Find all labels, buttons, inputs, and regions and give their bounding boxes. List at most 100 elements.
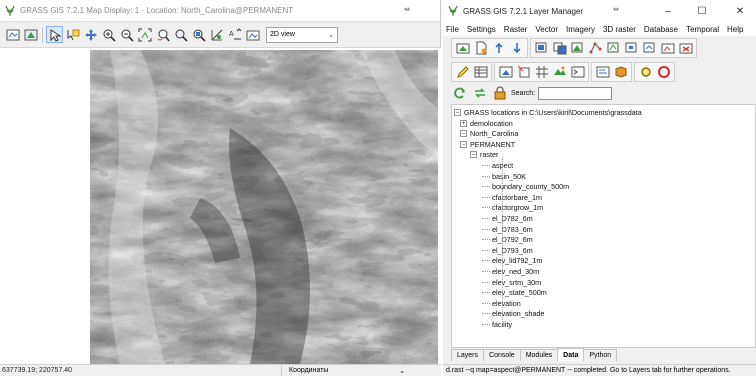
tree-raster-item[interactable]: elev_ned_30m (482, 266, 539, 277)
edit-toolbar (451, 62, 492, 82)
menu-file[interactable]: File (446, 25, 459, 34)
tree-raster-item[interactable]: facility (482, 319, 512, 330)
layer-add-toolbar (530, 38, 697, 58)
display-map-icon[interactable] (4, 26, 21, 43)
add-vector-misc-icon[interactable] (623, 40, 640, 57)
aspect-raster-map[interactable] (0, 48, 441, 364)
new-display-icon[interactable] (454, 40, 471, 57)
collapse-icon[interactable]: − (470, 151, 477, 159)
module-icon[interactable] (612, 64, 629, 81)
3d-view-icon[interactable] (551, 64, 568, 81)
map-canvas[interactable] (0, 48, 441, 364)
add-group-icon[interactable] (641, 40, 658, 57)
graphical-modeler-icon[interactable] (533, 64, 550, 81)
python-shell-icon[interactable] (569, 64, 586, 81)
tree-item-label: elev_state_500m (492, 288, 547, 298)
tree-raster-item[interactable]: basin_50K (482, 171, 526, 182)
lock-icon[interactable] (491, 85, 508, 102)
pan-icon[interactable] (82, 26, 99, 43)
zoom-out-icon[interactable] (118, 26, 135, 43)
open-workspace-icon[interactable] (490, 40, 507, 57)
render-map-icon[interactable] (22, 26, 39, 43)
tab-python[interactable]: Python (583, 349, 618, 361)
collapse-icon[interactable]: − (460, 130, 467, 138)
tree-raster-item[interactable]: elev_srtm_30m (482, 277, 541, 288)
remove-layer-icon[interactable] (677, 40, 694, 57)
tab-data[interactable]: Data (557, 348, 585, 361)
tree-raster-item[interactable]: el_D793_6m (482, 245, 533, 256)
tab-layers[interactable]: Layers (451, 349, 485, 361)
script-icon[interactable] (594, 64, 611, 81)
zoom-region-icon[interactable] (190, 26, 207, 43)
tree-raster-item[interactable]: elevation_shade (482, 308, 544, 319)
menu-3d-raster[interactable]: 3D raster (603, 25, 636, 34)
tree-mapset[interactable]: − PERMANENT (460, 139, 515, 150)
tree-raster-item[interactable]: cfactorgrow_1m (482, 202, 543, 213)
menu-temporal[interactable]: Temporal (686, 25, 719, 34)
tree-raster-item[interactable]: el_D782_6m (482, 213, 533, 224)
tree-raster-item[interactable]: elev_state_500m (482, 287, 547, 298)
tree-raster-item[interactable]: boundary_county_500m (482, 181, 569, 192)
cartographic-composer-icon[interactable] (497, 64, 514, 81)
menu-bar: File Settings Raster Vector Imagery 3D r… (443, 22, 756, 36)
tab-modules[interactable]: Modules (519, 349, 559, 361)
tree-raster-item[interactable]: el_D783_6m (482, 224, 533, 235)
tree-item-label: basin_50K (492, 171, 526, 181)
close-button[interactable]: ✕ (733, 4, 747, 18)
tree-item-label: el_D782_6m (492, 214, 533, 223)
tree-location[interactable]: − North_Carolina (460, 128, 518, 139)
menu-imagery[interactable]: Imagery (566, 25, 595, 34)
new-workspace-icon[interactable] (472, 40, 489, 57)
query-icon[interactable] (64, 26, 81, 43)
search-input[interactable] (538, 86, 613, 100)
add-raster-icon[interactable] (533, 40, 550, 57)
settings-gear-icon[interactable] (637, 64, 654, 81)
tree-connector (482, 249, 490, 251)
collapse-icon[interactable]: − (454, 109, 461, 116)
layer-manager-titlebar: GRASS GIS 7.2.1 Layer Manager ** – ☐ ✕ (443, 0, 756, 22)
save-image-icon[interactable] (244, 26, 261, 43)
view-mode-select[interactable]: 2D view ⌄ (266, 26, 338, 43)
save-workspace-icon[interactable] (508, 40, 525, 57)
tab-console[interactable]: Console (483, 349, 521, 361)
add-multiple-rasters-icon[interactable] (551, 40, 568, 57)
analyze-icon[interactable] (208, 26, 225, 43)
statusbar-mode-select[interactable]: Координаты ⌄ (286, 367, 408, 375)
menu-raster[interactable]: Raster (504, 25, 528, 34)
decoration-icon[interactable]: A (226, 26, 243, 43)
maximize-button[interactable]: ☐ (695, 4, 709, 18)
menu-settings[interactable]: Settings (467, 25, 496, 34)
map-display-window: GRASS GIS 7.2.1 Map Display: 1 - Locatio… (0, 0, 441, 376)
tree-raster-item[interactable]: aspect (482, 160, 513, 171)
add-raster-misc-icon[interactable] (569, 40, 586, 57)
add-multiple-vectors-icon[interactable] (605, 40, 622, 57)
collapse-icon[interactable]: − (460, 140, 467, 148)
tree-raster-item[interactable]: cfactorbare_1m (482, 192, 542, 203)
zoom-extent-icon[interactable] (136, 26, 153, 43)
refresh-icon[interactable] (451, 85, 468, 102)
add-overlay-icon[interactable] (659, 40, 676, 57)
tree-location[interactable]: + demolocation (460, 118, 513, 129)
tree-raster-item[interactable]: el_D792_6m (482, 234, 533, 245)
zoom-in-icon[interactable] (100, 26, 117, 43)
attribute-table-icon[interactable] (472, 64, 489, 81)
minimize-button[interactable]: – (661, 4, 675, 18)
tree-category[interactable]: − raster (470, 149, 498, 160)
tree-item-label: el_D783_6m (492, 224, 533, 234)
layer-manager-statusbar: d.rast --q map=aspect@PERMANENT -- compl… (443, 364, 756, 376)
tree-raster-item[interactable]: elev_lid792_1m (482, 255, 542, 266)
menu-vector[interactable]: Vector (535, 25, 558, 34)
pointer-icon[interactable] (46, 26, 63, 43)
expand-icon[interactable]: + (460, 119, 467, 127)
edit-vector-icon[interactable] (454, 64, 471, 81)
coordinates-readout: 637739.19; 220757.40 (0, 365, 282, 376)
help-lifebuoy-icon[interactable] (655, 64, 672, 81)
georectify-icon[interactable] (515, 64, 532, 81)
menu-database[interactable]: Database (644, 25, 678, 34)
add-vector-icon[interactable] (587, 40, 604, 57)
tree-root[interactable]: − GRASS locations in C:\Users\kiril\Docum… (454, 107, 642, 118)
switch-mapset-icon[interactable] (471, 85, 488, 102)
zoom-back-icon[interactable] (154, 26, 171, 43)
menu-help[interactable]: Help (727, 25, 743, 34)
zoom-menu-icon[interactable] (172, 26, 189, 43)
